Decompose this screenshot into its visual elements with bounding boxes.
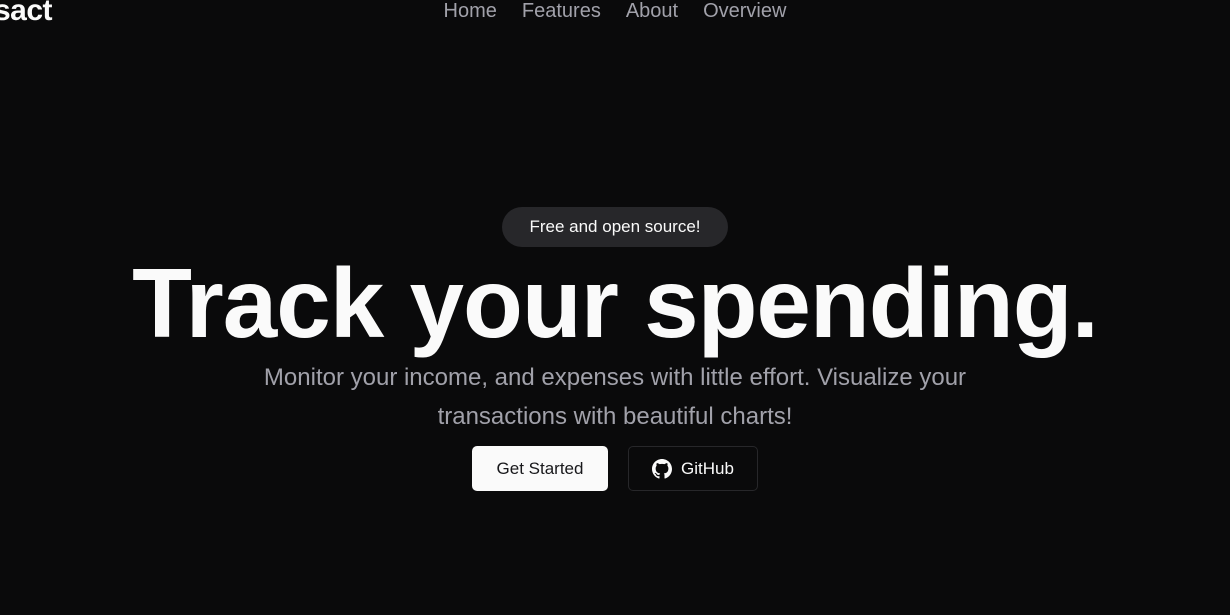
landing-page: sact Home Features About Overview Free a… xyxy=(0,0,1230,615)
github-button-label: GitHub xyxy=(681,458,734,478)
github-icon xyxy=(652,458,673,479)
main-nav: Home Features About Overview xyxy=(0,0,1230,23)
nav-link-features[interactable]: Features xyxy=(522,0,601,23)
nav-link-about[interactable]: About xyxy=(626,0,678,23)
hero-headline: Track your spending. xyxy=(132,248,1099,358)
nav-link-overview[interactable]: Overview xyxy=(703,0,786,23)
github-button[interactable]: GitHub xyxy=(628,446,758,491)
open-source-badge: Free and open source! xyxy=(502,207,728,247)
hero-subtitle: Monitor your income, and expenses with l… xyxy=(263,364,967,430)
get-started-button[interactable]: Get Started xyxy=(472,446,608,491)
nav-link-home[interactable]: Home xyxy=(444,0,497,23)
